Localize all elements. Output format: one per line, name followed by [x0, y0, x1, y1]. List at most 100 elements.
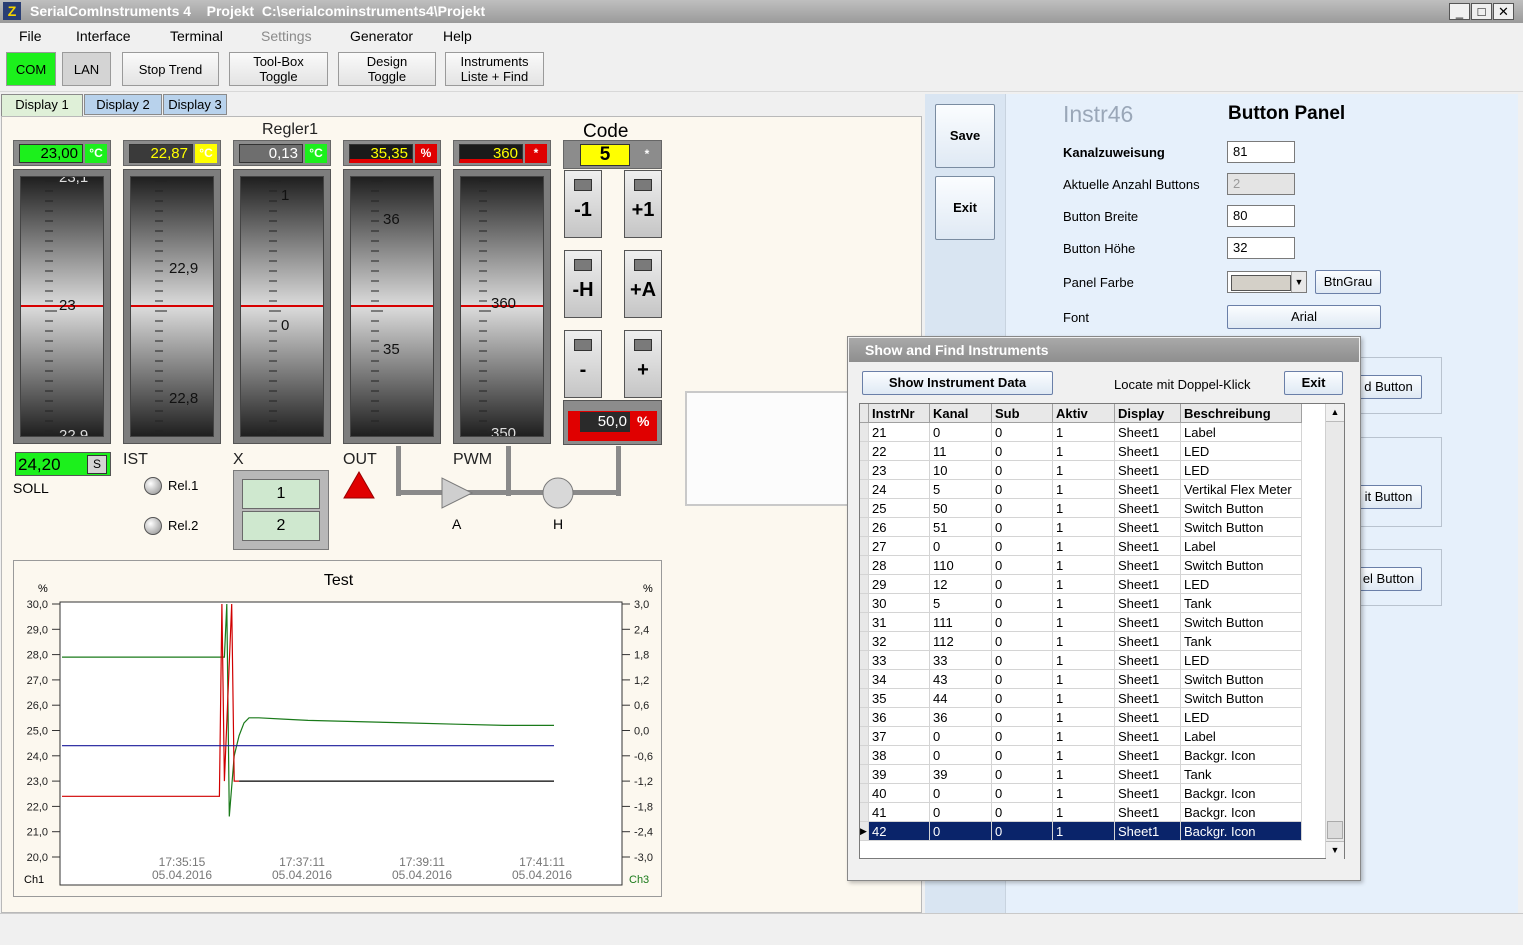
kanalzuweisung-input[interactable]: 81	[1227, 141, 1295, 163]
table-row[interactable]: ▶ 42 0 0 1 Sheet1 Backgr. Icon	[860, 821, 1302, 841]
cell-aktiv[interactable]: 1	[1052, 555, 1115, 575]
cell-beschreibung[interactable]: Backgr. Icon	[1180, 802, 1302, 822]
cell-aktiv[interactable]: 1	[1052, 688, 1115, 708]
cell-display[interactable]: Sheet1	[1114, 764, 1181, 784]
table-row[interactable]: 30 5 0 1 Sheet1 Tank	[860, 593, 1302, 613]
cell-aktiv[interactable]: 1	[1052, 726, 1115, 746]
cell-aktiv[interactable]: 1	[1052, 669, 1115, 689]
cell-display[interactable]: Sheet1	[1114, 460, 1181, 480]
table-row[interactable]: 31 111 0 1 Sheet1 Switch Button	[860, 612, 1302, 632]
row-header[interactable]	[860, 593, 869, 613]
cell-beschreibung[interactable]: Vertikal Flex Meter	[1180, 479, 1302, 499]
cell-kanal[interactable]: 10	[929, 460, 992, 480]
cell-aktiv[interactable]: 1	[1052, 517, 1115, 537]
cell-beschreibung[interactable]: Backgr. Icon	[1180, 783, 1302, 803]
row-header[interactable]	[860, 688, 869, 708]
cell-instrnr[interactable]: 24	[868, 479, 930, 499]
group-button-2[interactable]: it Button	[1355, 485, 1422, 509]
cell-instrnr[interactable]: 21	[868, 422, 930, 442]
table-row[interactable]: 33 33 0 1 Sheet1 LED	[860, 650, 1302, 670]
cell-sub[interactable]: 0	[991, 460, 1053, 480]
table-row[interactable]: 23 10 0 1 Sheet1 LED	[860, 460, 1302, 480]
cell-instrnr[interactable]: 27	[868, 536, 930, 556]
table-row[interactable]: 38 0 0 1 Sheet1 Backgr. Icon	[860, 745, 1302, 765]
plus-button[interactable]: +	[624, 330, 662, 398]
row-header[interactable]	[860, 460, 869, 480]
col-instrnr[interactable]: InstrNr	[868, 404, 930, 423]
tab-display-2[interactable]: Display 2	[84, 94, 162, 115]
table-row[interactable]: 36 36 0 1 Sheet1 LED	[860, 707, 1302, 727]
cell-sub[interactable]: 0	[991, 593, 1053, 613]
cell-display[interactable]: Sheet1	[1114, 498, 1181, 518]
menu-generator[interactable]: Generator	[350, 28, 413, 44]
table-row[interactable]: 37 0 0 1 Sheet1 Label	[860, 726, 1302, 746]
cell-instrnr[interactable]: 29	[868, 574, 930, 594]
menu-file[interactable]: File	[19, 28, 42, 44]
cell-aktiv[interactable]: 1	[1052, 422, 1115, 442]
cell-display[interactable]: Sheet1	[1114, 802, 1181, 822]
cell-instrnr[interactable]: 36	[868, 707, 930, 727]
cell-sub[interactable]: 0	[991, 745, 1053, 765]
lan-button[interactable]: LAN	[62, 52, 111, 86]
cell-aktiv[interactable]: 1	[1052, 707, 1115, 727]
cell-kanal[interactable]: 0	[929, 745, 992, 765]
row-header[interactable]	[860, 441, 869, 461]
menu-interface[interactable]: Interface	[76, 28, 130, 44]
cell-beschreibung[interactable]: Tank	[1180, 764, 1302, 784]
table-row[interactable]: 29 12 0 1 Sheet1 LED	[860, 574, 1302, 594]
com-button[interactable]: COM	[6, 52, 56, 86]
cell-kanal[interactable]: 44	[929, 688, 992, 708]
maximize-button[interactable]: □	[1471, 3, 1492, 20]
row-header[interactable]	[860, 517, 869, 537]
minimize-button[interactable]: _	[1449, 3, 1470, 20]
cell-instrnr[interactable]: 35	[868, 688, 930, 708]
cell-aktiv[interactable]: 1	[1052, 612, 1115, 632]
cell-aktiv[interactable]: 1	[1052, 821, 1115, 841]
cell-aktiv[interactable]: 1	[1052, 764, 1115, 784]
instruments-list-button[interactable]: Instruments Liste + Find	[445, 52, 544, 86]
cell-aktiv[interactable]: 1	[1052, 650, 1115, 670]
cell-beschreibung[interactable]: Switch Button	[1180, 669, 1302, 689]
cell-kanal[interactable]: 36	[929, 707, 992, 727]
table-row[interactable]: 22 11 0 1 Sheet1 LED	[860, 441, 1302, 461]
cell-kanal[interactable]: 39	[929, 764, 992, 784]
cell-beschreibung[interactable]: Switch Button	[1180, 688, 1302, 708]
cell-kanal[interactable]: 0	[929, 783, 992, 803]
cell-kanal[interactable]: 11	[929, 441, 992, 461]
cell-kanal[interactable]: 33	[929, 650, 992, 670]
cell-instrnr[interactable]: 23	[868, 460, 930, 480]
cell-beschreibung[interactable]: Backgr. Icon	[1180, 745, 1302, 765]
row-header[interactable]	[860, 745, 869, 765]
row-header[interactable]	[860, 707, 869, 727]
show-instrument-data-button[interactable]: Show Instrument Data	[862, 371, 1053, 395]
cell-sub[interactable]: 0	[991, 574, 1053, 594]
cell-instrnr[interactable]: 38	[868, 745, 930, 765]
cell-display[interactable]: Sheet1	[1114, 631, 1181, 651]
cell-sub[interactable]: 0	[991, 498, 1053, 518]
cell-aktiv[interactable]: 1	[1052, 536, 1115, 556]
cell-sub[interactable]: 0	[991, 688, 1053, 708]
cell-beschreibung[interactable]: Tank	[1180, 631, 1302, 651]
cell-kanal[interactable]: 51	[929, 517, 992, 537]
col-kanal[interactable]: Kanal	[929, 404, 992, 423]
soll-setpoint-value[interactable]: 24,20	[18, 455, 61, 475]
cell-display[interactable]: Sheet1	[1114, 517, 1181, 537]
scroll-down-icon[interactable]: ▼	[1326, 841, 1344, 859]
plus-a-button[interactable]: +A	[624, 250, 662, 318]
switch-button-2[interactable]: 2	[242, 511, 320, 541]
table-row[interactable]: 21 0 0 1 Sheet1 Label	[860, 422, 1302, 442]
cell-beschreibung[interactable]: LED	[1180, 574, 1302, 594]
cell-instrnr[interactable]: 32	[868, 631, 930, 651]
cell-display[interactable]: Sheet1	[1114, 650, 1181, 670]
cell-sub[interactable]: 0	[991, 764, 1053, 784]
cell-aktiv[interactable]: 1	[1052, 479, 1115, 499]
cell-kanal[interactable]: 5	[929, 479, 992, 499]
design-toggle-button[interactable]: Design Toggle	[338, 52, 436, 86]
plus-one-button[interactable]: +1	[624, 170, 662, 238]
cell-sub[interactable]: 0	[991, 441, 1053, 461]
cell-instrnr[interactable]: 30	[868, 593, 930, 613]
cell-aktiv[interactable]: 1	[1052, 460, 1115, 480]
row-header[interactable]	[860, 764, 869, 784]
toolbox-toggle-button[interactable]: Tool-Box Toggle	[229, 52, 328, 86]
cell-display[interactable]: Sheet1	[1114, 479, 1181, 499]
